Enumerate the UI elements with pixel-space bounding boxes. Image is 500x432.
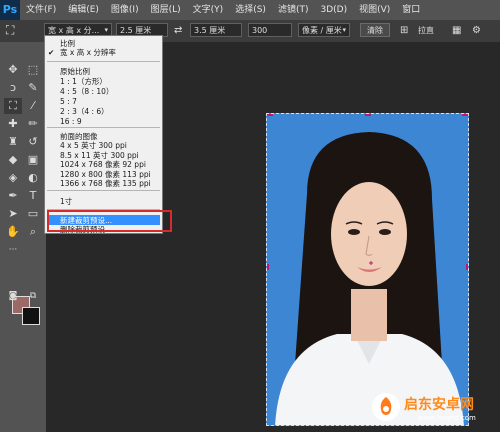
chevron-down-icon: ▾ [104,26,108,34]
pen-tool-icon[interactable]: ✒ [4,188,22,204]
zoom-tool-icon[interactable]: ⌕ [24,224,42,240]
dropdown-divider [47,61,160,62]
unit-select[interactable]: 像素 / 厘米 ▾ [298,23,350,37]
gear-icon[interactable]: ⚙ [472,23,481,37]
portrait-photo[interactable] [266,113,469,426]
grid-overlay-icon[interactable]: ▦ [452,23,461,37]
watermark-brand: 启东安卓网 [404,397,474,413]
more-tools-icon[interactable]: ··· [4,242,22,258]
dodge-tool-icon[interactable]: ◐ [24,170,42,186]
menu-item[interactable]: 图层(L) [145,0,187,20]
lasso-tool-icon[interactable]: ↄ [4,80,22,96]
menu-item[interactable]: 文件(F) [20,0,62,20]
quick-select-icon[interactable]: ✎ [24,80,42,96]
dropdown-item-ratio[interactable]: 4 : 5（8 : 10） [60,87,113,96]
dropdown-header-ratio: 比例 [60,39,75,48]
watermark-logo-icon [372,393,400,421]
eyedropper-icon[interactable]: ⁄ [24,98,42,114]
clear-button[interactable]: 清除 [360,23,390,37]
menu-item[interactable]: 3D(D) [314,0,353,20]
menu-item[interactable]: 窗口 [396,0,426,20]
photoshop-logo: Ps [0,0,20,20]
clone-stamp-icon[interactable]: ♜ [4,134,22,150]
menu-item[interactable]: 图像(I) [105,0,145,20]
crop-handle-top[interactable] [365,114,371,116]
hand-tool-icon[interactable]: ✋ [4,224,22,240]
height-field[interactable]: 3.5 厘米 [190,23,242,37]
type-tool-icon[interactable]: T [24,188,42,204]
dropdown-item-preset[interactable]: 1024 x 768 像素 92 ppi [60,160,146,169]
tools-panel: ✥ ⬚ ↄ ✎ ⛶ ⁄ ✚ ✏ ♜ ↺ ◆ ▣ ◈ ◐ ✒ T ➤ ▭ ✋ ⌕ … [0,42,46,432]
ratio-preset-label: 宽 x 高 x 分... [48,25,100,35]
resolution-field[interactable]: 300 [248,23,292,37]
ratio-preset-dropdown: 比例 ✔ 宽 x 高 x 分辨率 原始比例 1 : 1（方形） 4 : 5（8 :… [44,35,172,234]
crop-tool-icon[interactable]: ⛶ [6,23,14,38]
quick-mask-icon[interactable]: ◙ [4,288,22,304]
screen-mode-icon[interactable]: ⧉ [24,288,42,304]
healing-brush-icon[interactable]: ✚ [4,116,22,132]
straighten-label[interactable]: 拉直 [418,23,434,37]
menu-item[interactable]: 文字(Y) [187,0,230,20]
dropdown-header-original: 原始比例 [60,67,90,76]
dropdown-divider [47,127,160,128]
menu-item[interactable]: 视图(V) [353,0,396,20]
dropdown-item-whr[interactable]: 宽 x 高 x 分辨率 [60,48,116,57]
move-tool-icon[interactable]: ✥ [4,62,22,78]
annotation-highlight-box [47,210,172,232]
background-color-swatch[interactable] [22,307,40,325]
crop-tool-icon[interactable]: ⛶ [4,98,22,114]
menu-item[interactable]: 选择(S) [229,0,272,20]
blur-tool-icon[interactable]: ◈ [4,170,22,186]
dropdown-item-ratio[interactable]: 5 : 7 [60,97,77,106]
dropdown-item-preset[interactable]: 8.5 x 11 英寸 300 ppi [60,151,139,160]
dropdown-divider [47,190,160,191]
crop-handle-left[interactable] [267,264,269,270]
crop-handle-top-right[interactable] [462,114,468,116]
portrait-illustration [267,114,468,425]
dropdown-item-preset[interactable]: 4 x 5 英寸 300 ppi [60,141,127,150]
chevron-down-icon: ▾ [342,26,346,34]
menubar: Ps 文件(F) 编辑(E) 图像(I) 图层(L) 文字(Y) 选择(S) 滤镜(T) 3D… [0,0,500,20]
marquee-tool-icon[interactable]: ⬚ [24,62,42,78]
watermark: 启东安卓网 www.hxqnd.com [372,390,498,430]
watermark-url: www.hxqnd.com [418,414,476,422]
menu-item[interactable]: 滤镜(T) [272,0,315,20]
crop-handle-right[interactable] [466,264,468,270]
dropdown-item-preset[interactable]: 1280 x 800 像素 113 ppi [60,170,151,179]
dropdown-item-ratio[interactable]: 1 : 1（方形） [60,77,107,86]
swap-icon[interactable]: ⇄ [174,23,182,37]
dropdown-item-ratio[interactable]: 16 : 9 [60,117,82,126]
brush-tool-icon[interactable]: ✏ [24,116,42,132]
dropdown-header-previous: 前面的图像 [60,132,98,141]
crop-handle-top-left[interactable] [267,114,273,116]
menu-item[interactable]: 编辑(E) [62,0,105,20]
dropdown-item-ratio[interactable]: 2 : 3（4 : 6） [60,107,109,116]
checkmark-icon: ✔ [48,48,55,57]
history-brush-icon[interactable]: ↺ [24,134,42,150]
dropdown-item-custom[interactable]: 1寸 [60,197,72,206]
menu-items: 文件(F) 编辑(E) 图像(I) 图层(L) 文字(Y) 选择(S) 滤镜(T) 3D(D)… [20,0,426,20]
unit-label: 像素 / 厘米 [302,25,342,35]
path-select-icon[interactable]: ➤ [4,206,22,222]
straighten-icon[interactable]: ⊞ [400,23,408,37]
eraser-icon[interactable]: ◆ [4,152,22,168]
gradient-tool-icon[interactable]: ▣ [24,152,42,168]
dropdown-item-preset[interactable]: 1366 x 768 像素 135 ppi [60,179,151,188]
rectangle-tool-icon[interactable]: ▭ [24,206,42,222]
